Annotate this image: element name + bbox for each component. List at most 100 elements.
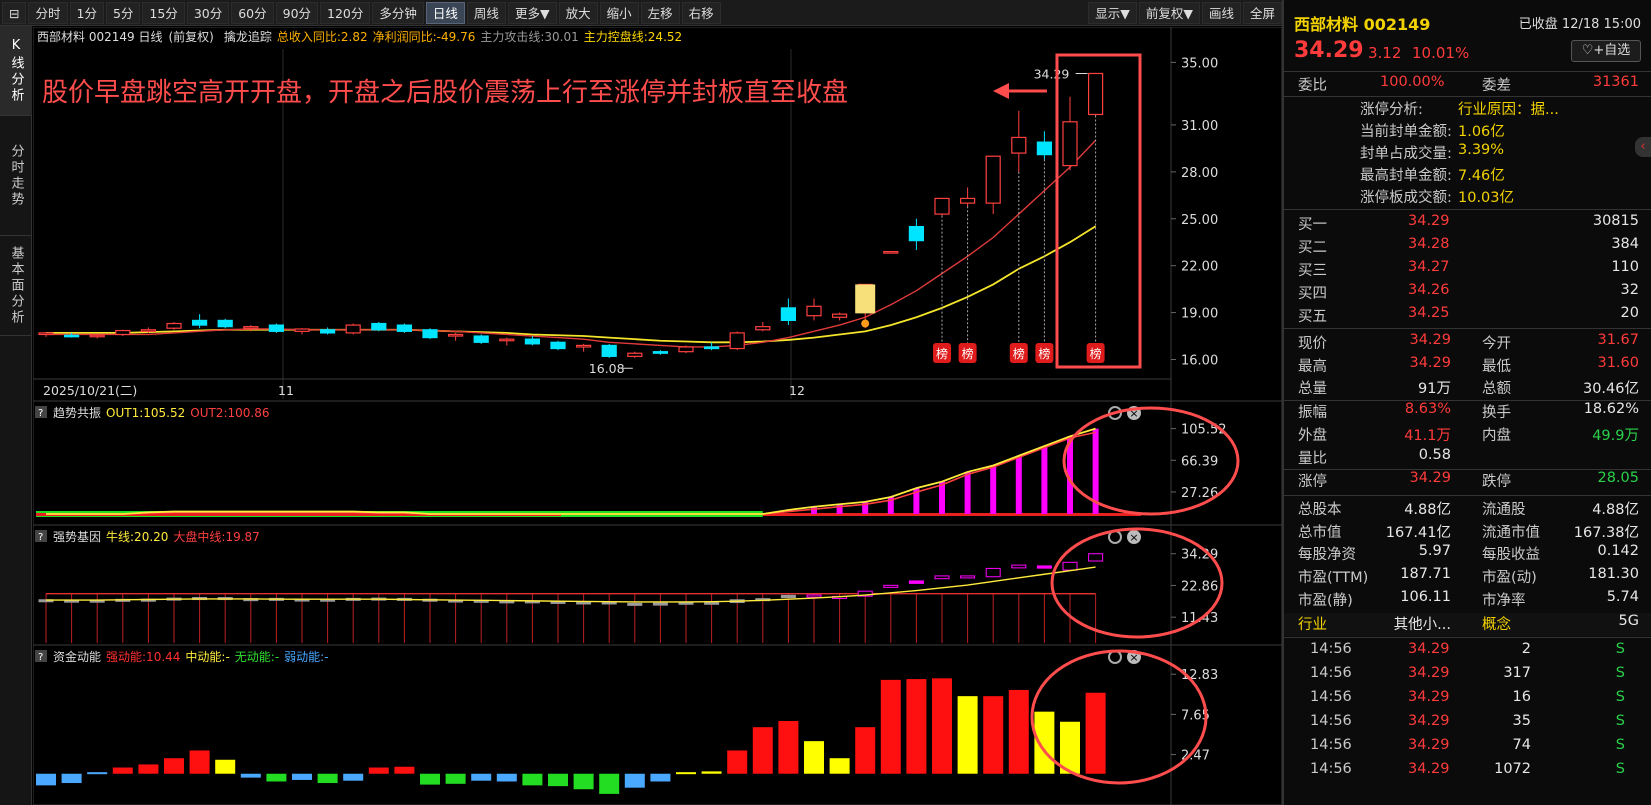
stat-value-10-1: 181.30: [1588, 566, 1639, 582]
sub3-bar-13: [368, 767, 389, 774]
candle-body-40: [1062, 121, 1078, 167]
stat-label-4-0: 外盘: [1298, 427, 1327, 444]
tick-time-3: 14:56: [1310, 713, 1352, 730]
period-tab-2[interactable]: 5分: [105, 1, 141, 24]
period-tab-5[interactable]: 60分: [231, 1, 274, 24]
sub3-bar-41: [1085, 692, 1106, 774]
sub3-item-2: 无动能:-: [235, 650, 279, 664]
limit-info-value-0: 行业原因：据...: [1458, 102, 1559, 118]
stat-value-2-1: 30.46亿: [1582, 381, 1639, 398]
sub3-title-text: 资金动能: [53, 649, 101, 664]
bid-vol-4: 20: [1620, 305, 1639, 321]
candle-body-22: [601, 344, 617, 357]
sep-5: [1284, 637, 1651, 639]
candle-body-12: [345, 324, 361, 334]
candle-body-21: [575, 344, 592, 348]
period-tab-6[interactable]: 90分: [275, 1, 319, 24]
sub3-bar-25: [676, 772, 696, 775]
date-start-label: 2025/10/21(二): [43, 383, 137, 398]
industry-value[interactable]: 其他小...: [1394, 613, 1451, 634]
sub3-bar-12: [343, 773, 364, 781]
marker-dot: [861, 319, 870, 328]
sub2-block-34: [908, 580, 924, 584]
period-tab-12[interactable]: 放大: [558, 1, 598, 24]
stat-value-11-1: 5.74: [1606, 588, 1639, 605]
stat-label-9-0: 每股净资: [1298, 547, 1356, 564]
sub2-block-33: [883, 584, 899, 588]
sub2-help-mark: ?: [38, 532, 43, 543]
period-tab-13[interactable]: 缩小: [599, 1, 639, 24]
stat-value-10-0: 187.71: [1400, 566, 1451, 582]
month-label-0: 11: [278, 383, 294, 398]
period-tab-7[interactable]: 120分: [320, 1, 371, 24]
main-header-adj: (前复权): [168, 29, 213, 44]
sub3-help-mark: ?: [38, 652, 43, 663]
period-tab-10[interactable]: 周线: [466, 1, 506, 24]
sub2-title-text: 强势基因: [53, 530, 101, 544]
sub2-block-21: [576, 601, 592, 605]
sub2-block-23: [627, 602, 643, 606]
stat-label-8-1: 流通市值: [1482, 524, 1540, 541]
limit-info-value-2: 3.39%: [1458, 142, 1505, 158]
sub1-title-text: 趋势共振: [53, 406, 101, 420]
toolbar-right-3[interactable]: 全屏: [1242, 1, 1282, 24]
period-tab-4[interactable]: 30分: [186, 1, 230, 24]
sub2-block-35: [934, 575, 950, 580]
sep-4: [1284, 494, 1651, 496]
bid-label-1: 买二: [1298, 240, 1327, 256]
period-tab-3[interactable]: 15分: [142, 1, 185, 24]
toolbar-right-0[interactable]: 显示▼: [1088, 1, 1137, 24]
badge-text-2: 榜: [1013, 346, 1025, 361]
favorite-label: ♡+自选: [1581, 43, 1631, 58]
period-toolbar: ⊟ 分时 1分 5分 15分 30分 60分 90分 120分 多分钟 日线 周线 更多▼ 放大 缩小 左移右…: [0, 0, 1282, 26]
side-tabs: K线分析 分时走势 基本面分析: [0, 26, 32, 805]
candle-body-24: [652, 351, 669, 354]
stat-value-0-0: 34.29: [1409, 332, 1451, 348]
period-tab-8[interactable]: 多分钟: [372, 1, 424, 24]
tick-time-5: 14:56: [1310, 761, 1352, 778]
price-change: 3.12: [1368, 44, 1402, 62]
sub3-bar-7: [215, 759, 236, 774]
period-tab-0[interactable]: 分时: [28, 1, 68, 24]
sub1-help-mark: ?: [38, 408, 43, 419]
sub3-bar-21: [573, 773, 594, 790]
sub1-bar-37: [990, 465, 997, 514]
sub3-bar-22: [599, 773, 620, 794]
panel-collapse-icon[interactable]: ‹: [1635, 137, 1651, 157]
sub3-bar-9: [266, 773, 287, 782]
panel-row: 14:56 34.29 2 S: [1284, 641, 1651, 664]
stat-value-3-0: 8.63%: [1404, 401, 1451, 418]
candle-body-0: [38, 332, 54, 336]
stat-label-1-1: 最低: [1482, 358, 1511, 375]
side-tab-1[interactable]: 分时走势: [0, 116, 32, 236]
collapse-icon[interactable]: ⊟: [2, 1, 27, 24]
tick-dir-2: S: [1615, 689, 1625, 706]
panel-row: 总股本 4.88亿 流通股 4.88亿: [1284, 498, 1651, 521]
sub3-bar-26: [701, 771, 722, 774]
period-tab-15[interactable]: 右移: [681, 1, 721, 24]
high-price-label: 34.29: [1034, 66, 1070, 81]
period-tab-9[interactable]: 日线: [425, 1, 465, 24]
badge-text-0: 榜: [936, 346, 948, 361]
add-favorite-button[interactable]: ♡+自选: [1571, 40, 1641, 62]
period-tab-11[interactable]: 更多▼: [507, 1, 557, 24]
side-tab-0[interactable]: K线分析: [0, 26, 32, 116]
bid-vol-2: 110: [1611, 259, 1639, 275]
sub2-block-24: [652, 602, 668, 606]
period-tab-14[interactable]: 左移: [640, 1, 680, 24]
panel-row: 14:56 34.29 74 S: [1284, 737, 1651, 760]
stat-label-5-0: 量比: [1298, 450, 1327, 467]
sub1-item-1: OUT2:100.86: [190, 406, 269, 420]
weibi-label: 委比: [1298, 78, 1327, 94]
toolbar-right-2[interactable]: 画线: [1201, 1, 1241, 24]
period-tab-1[interactable]: 1分: [69, 1, 104, 24]
side-tab-2[interactable]: 基本面分析: [0, 236, 32, 336]
main-indicator-item-3: 主力控盘线:24.52: [584, 29, 682, 44]
limit-info-label-1: 当前封单金额:: [1360, 124, 1452, 140]
panel-row: 市盈(静) 106.11 市净率 5.74: [1284, 589, 1651, 612]
toolbar-right-1[interactable]: 前复权▼: [1138, 1, 1200, 24]
tick-vol-1: 317: [1503, 665, 1531, 682]
concept-value[interactable]: 5G: [1619, 613, 1639, 629]
main-ytick-6: 16.00: [1181, 353, 1218, 368]
sub1-red-strip-2: [762, 513, 1141, 516]
